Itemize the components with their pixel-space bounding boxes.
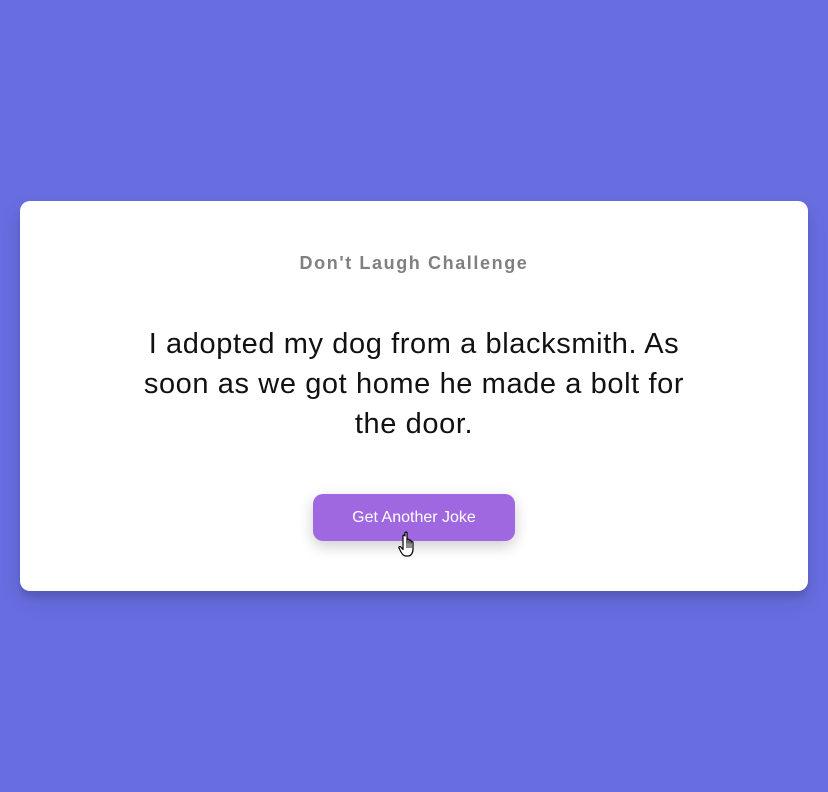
hand-pointer-icon — [398, 531, 414, 557]
page-title: Don't Laugh Challenge — [299, 253, 529, 273]
joke-text: I adopted my dog from a blacksmith. As s… — [143, 328, 685, 440]
page: Don't Laugh Challenge I adopted my dog f… — [0, 0, 828, 792]
